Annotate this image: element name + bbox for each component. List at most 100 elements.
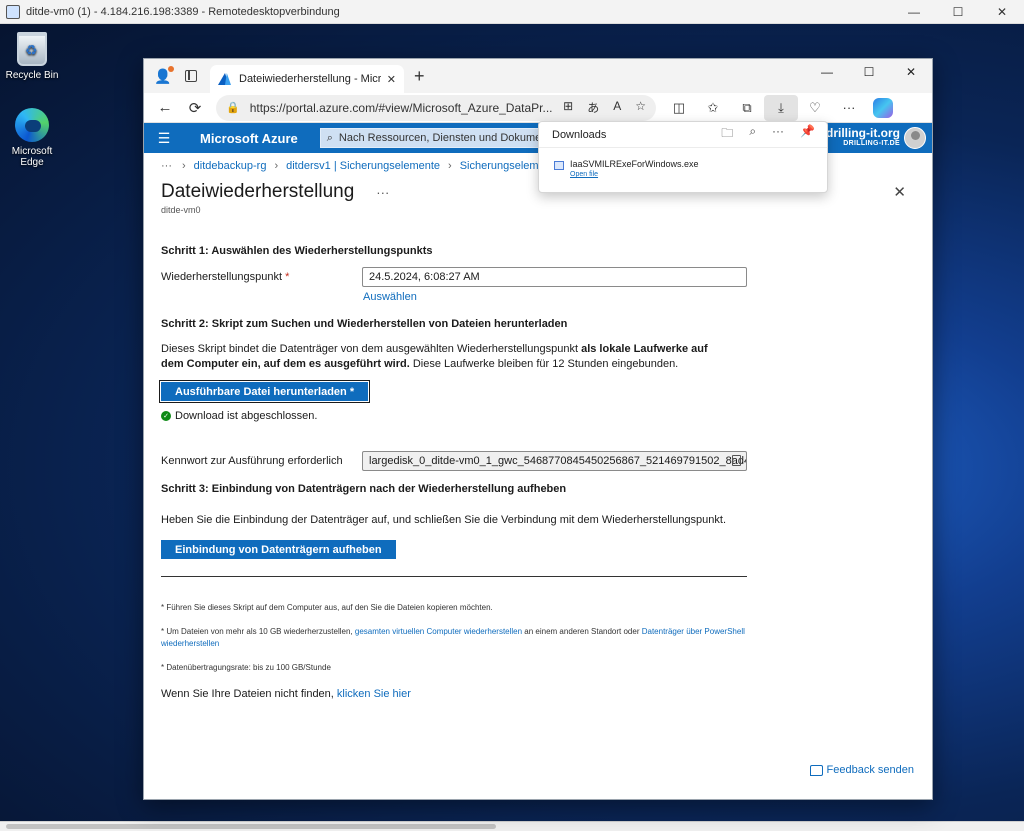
notification-dot	[168, 66, 174, 72]
select-restore-point-link[interactable]: Auswählen	[363, 291, 417, 303]
rdp-maximize-button[interactable]: ☐	[936, 0, 980, 24]
horizontal-scrollbar[interactable]	[0, 821, 1024, 831]
feedback-link[interactable]: Feedback senden	[809, 764, 914, 776]
azure-brand[interactable]: Microsoft Azure	[200, 131, 298, 146]
browser-essentials-icon[interactable]: ♡	[798, 95, 832, 121]
note-transfer-rate: * Datenübertragungsrate: bis zu 100 GB/S…	[161, 663, 331, 672]
step2-description: Dieses Skript bindet die Datenträger von…	[161, 343, 708, 370]
azure-search-input[interactable]: ⌕ Nach Ressourcen, Diensten und Dokument…	[319, 128, 560, 148]
rdp-window-controls: — ☐ ✕	[892, 0, 1024, 24]
password-label: Kennwort zur Ausführung erforderlich	[161, 455, 343, 467]
restore-vm-link[interactable]: gesamten virtuellen Computer wiederherst…	[355, 627, 522, 636]
copilot-icon	[873, 97, 893, 118]
search-icon: ⌕	[326, 131, 333, 144]
open-file-link[interactable]: Open file	[570, 171, 699, 178]
desktop-icon-edge[interactable]: Microsoft Edge	[0, 108, 64, 168]
checkmark-icon: ✓	[161, 411, 171, 421]
unmount-disks-button[interactable]: Einbindung von Datenträgern aufheben	[161, 540, 396, 559]
tab-actions-button[interactable]	[180, 65, 202, 87]
new-tab-button[interactable]: +	[414, 66, 425, 87]
lock-icon: 🔒	[226, 102, 240, 114]
download-file-name: IaaSVMILRExeForWindows.exe	[570, 159, 699, 169]
remote-desktop-icon	[6, 4, 20, 19]
desktop-icon-label: Recycle Bin	[5, 70, 59, 81]
desktop-icon-label: Microsoft Edge	[11, 146, 53, 168]
pin-icon[interactable]: 📌	[800, 124, 815, 145]
password-field[interactable]: largedisk_0_ditde-vm0_1_gwc_546877084545…	[362, 451, 747, 471]
profile-button[interactable]: 👤	[152, 65, 174, 87]
required-mark: *	[285, 271, 290, 283]
chevron-right-icon: ›	[448, 160, 452, 172]
step2-heading: Schritt 2: Skript zum Suchen und Wiederh…	[161, 318, 568, 330]
address-bar[interactable]: 🔒 https://portal.azure.com/#view/Microso…	[216, 94, 656, 121]
rdp-minimize-button[interactable]: —	[892, 0, 936, 24]
breadcrumb-item[interactable]: ditdebackup-rg	[194, 160, 267, 172]
edge-browser-window: 👤 Dateiwiederherstellung - Microso ✕ + —…	[143, 58, 933, 800]
open-folder-icon[interactable]: 🗀	[721, 124, 733, 145]
downloads-icon[interactable]: ⤓	[764, 94, 798, 121]
step3-description: Heben Sie die Einbindung der Datenträger…	[161, 514, 727, 526]
download-status: ✓ Download ist abgeschlossen.	[161, 410, 317, 422]
apps-icon[interactable]: ⊞	[563, 99, 573, 116]
step1-heading: Schritt 1: Auswählen des Wiederherstellu…	[161, 245, 433, 257]
downloads-flyout: Downloads 🗀 ⌕ ··· 📌 IaaSVMILRExeForWindo…	[538, 121, 828, 193]
url-text: https://portal.azure.com/#view/Microsoft…	[249, 100, 553, 115]
collections-icon[interactable]: ⧉	[730, 95, 764, 121]
rdp-titlebar: ditde-vm0 (1) - 4.184.216.198:3389 - Rem…	[0, 0, 1024, 24]
favorite-star-icon[interactable]: ☆	[635, 99, 646, 116]
rdp-close-button[interactable]: ✕	[980, 0, 1024, 24]
note-large-files: * Um Dateien von mehr als 10 GB wiederhe…	[161, 627, 745, 648]
browser-tab-active[interactable]: Dateiwiederherstellung - Microso ✕	[210, 65, 404, 93]
recycle-bin-icon	[17, 32, 47, 66]
tab-title: Dateiwiederherstellung - Microso	[239, 73, 381, 85]
avatar[interactable]	[904, 127, 926, 149]
restore-point-label: Wiederherstellungspunkt *	[161, 271, 290, 283]
favorites-icon[interactable]: ✩	[696, 95, 730, 121]
feedback-icon	[809, 764, 823, 776]
close-icon[interactable]: ✕	[893, 183, 906, 201]
page-subtitle: ditde-vm0	[161, 205, 201, 215]
note-run-script: * Führen Sie dieses Skript auf dem Compu…	[161, 603, 493, 612]
copy-icon[interactable]	[732, 455, 741, 466]
chevron-right-icon: ›	[274, 160, 279, 172]
read-aloud-icon[interactable]: A	[613, 99, 621, 116]
portal-menu-icon[interactable]: ☰	[144, 130, 184, 147]
copilot-button[interactable]	[866, 95, 900, 121]
search-placeholder: Nach Ressourcen, Diensten und Dokumenten	[338, 132, 553, 144]
blade-content: ··· › ditdebackup-rg › ditdersv1 | Siche…	[144, 153, 932, 776]
breadcrumb-more[interactable]: ···	[161, 160, 172, 172]
browser-minimize-button[interactable]: —	[806, 59, 848, 85]
tab-close-button[interactable]: ✕	[387, 73, 396, 86]
downloads-title: Downloads	[552, 128, 607, 141]
browser-maximize-button[interactable]: ☐	[848, 59, 890, 85]
translate-icon[interactable]: あ	[587, 99, 599, 116]
split-screen-icon[interactable]: ◫	[662, 95, 696, 121]
step3-heading: Schritt 3: Einbindung von Datenträgern n…	[161, 483, 567, 495]
browser-close-button[interactable]: ✕	[890, 59, 932, 85]
refresh-button[interactable]: ⟳	[180, 94, 210, 122]
tab-actions-icon	[185, 70, 197, 82]
divider	[161, 576, 747, 577]
downloads-header: Downloads 🗀 ⌕ ··· 📌	[539, 122, 827, 148]
chevron-right-icon: ›	[182, 160, 186, 172]
back-button[interactable]: ←	[150, 94, 180, 122]
download-executable-button[interactable]: Ausführbare Datei herunterladen *	[158, 380, 371, 403]
toolbar-icons: ◫ ✩ ⧉ ⤓ ♡ ···	[662, 94, 900, 121]
rdp-window-title: ditde-vm0 (1) - 4.184.216.198:3389 - Rem…	[26, 5, 340, 18]
page-title: Dateiwiederherstellung	[161, 181, 355, 202]
desktop-icon-recycle-bin[interactable]: Recycle Bin	[0, 32, 64, 81]
browser-tab-bar: 👤 Dateiwiederherstellung - Microso ✕ + —…	[144, 59, 932, 93]
edge-icon	[15, 108, 49, 142]
scrollbar-thumb[interactable]	[6, 824, 496, 829]
more-options-icon[interactable]: ···	[772, 124, 784, 145]
download-item[interactable]: IaaSVMILRExeForWindows.exe Open file	[539, 148, 827, 178]
title-more-button[interactable]: ···	[376, 185, 389, 200]
restore-point-field[interactable]: 24.5.2024, 6:08:27 AM	[362, 267, 747, 287]
click-here-link[interactable]: klicken Sie hier	[337, 688, 411, 700]
search-icon[interactable]: ⌕	[749, 124, 756, 145]
browser-toolbar: ← ⟳ 🔒 https://portal.azure.com/#view/Mic…	[144, 93, 932, 123]
exe-file-icon	[554, 161, 564, 170]
files-not-found-text: Wenn Sie Ihre Dateien nicht finden, klic…	[161, 688, 411, 700]
more-options-icon[interactable]: ···	[832, 95, 866, 121]
breadcrumb-item[interactable]: ditdersv1 | Sicherungselemente	[286, 160, 440, 172]
